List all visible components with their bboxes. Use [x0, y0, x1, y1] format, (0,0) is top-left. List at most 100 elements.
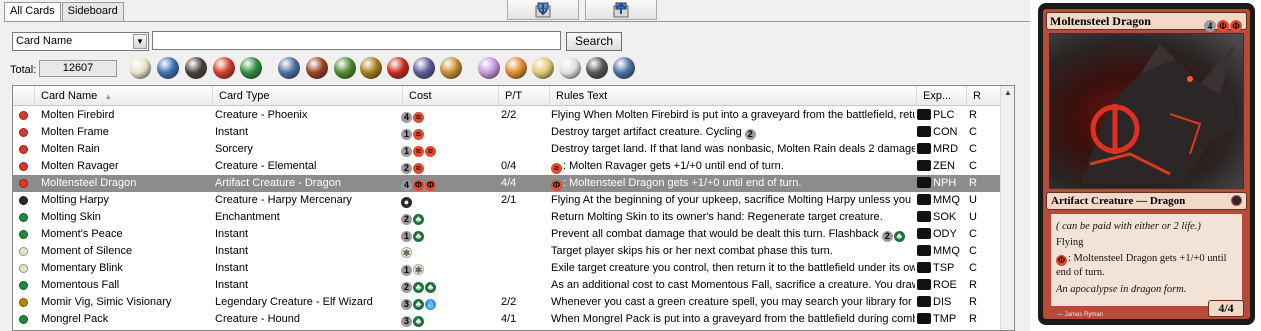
- cell-cost: 1 ≈ ≈: [401, 141, 497, 158]
- header-pt[interactable]: P/T: [499, 86, 550, 106]
- header-card-name[interactable]: Card Name ▲: [35, 86, 213, 106]
- cell-card-name: Molten Frame: [41, 126, 109, 138]
- table-row[interactable]: Molten Rain Sorcery 1 ≈ ≈ Destroy target land…: [13, 141, 1002, 158]
- land-type-filter-button[interactable]: [276, 55, 302, 81]
- planeswalker-type-icon: [440, 57, 462, 79]
- creature-type-filter-button[interactable]: [332, 55, 358, 81]
- table-row[interactable]: Molten Firebird Creature - Phoenix 4 ≈2/2 Fl…: [13, 107, 1002, 124]
- table-row[interactable]: Momentary Blink Instant 1 ✱ Exile target cre…: [13, 260, 1002, 277]
- header-card-type[interactable]: Card Type: [213, 86, 403, 106]
- table-row[interactable]: Moltensteel Dragon Artifact Creature - Dr…: [13, 175, 1002, 192]
- scroll-up-icon[interactable]: ▲: [1001, 86, 1014, 100]
- cell-card-type: Instant: [215, 126, 249, 138]
- table-row[interactable]: Momentous Fall Instant 2 ♣ ♣ As an additional…: [13, 277, 1002, 294]
- generic-mana-icon: 4: [401, 180, 412, 191]
- color-indicator-icon: [19, 179, 28, 188]
- cell-cost: 3 ♣ 💧: [401, 294, 497, 311]
- generic-mana-icon: 1: [401, 146, 412, 157]
- artifact-type-filter-button[interactable]: [304, 55, 330, 81]
- planeswalker-type-filter-button[interactable]: [438, 55, 464, 81]
- blue-mana-filter-button[interactable]: [155, 55, 181, 81]
- cell-card-type: Instant: [215, 228, 249, 240]
- cell-pt: [501, 209, 548, 226]
- cell-expansion: MMQ: [917, 192, 965, 209]
- color-indicator-icon: [19, 298, 28, 307]
- header-cost[interactable]: Cost: [403, 86, 499, 106]
- cell-expansion: ROE: [917, 277, 965, 294]
- expansion-symbol-icon: [917, 194, 931, 205]
- vertical-scrollbar[interactable]: ▲: [1000, 86, 1014, 330]
- card-reminder-text: ( can be paid with either or 2 life.): [1056, 221, 1201, 232]
- enchantment-type-filter-button[interactable]: [358, 55, 384, 81]
- color-indicator-icon: [19, 196, 28, 205]
- remove-from-deck-icon: [613, 2, 629, 18]
- generic-mana-icon: 2: [401, 282, 412, 293]
- table-row[interactable]: Moment's Peace Instant 1 ♣ Prevent all comba…: [13, 226, 1002, 243]
- cell-card-name: Mongrel Pack: [41, 313, 109, 325]
- color-indicator-icon: [19, 247, 28, 256]
- cell-rules-text: Return Molting Skin to its owner's hand:…: [551, 211, 883, 223]
- card-flavor-text: An apocalypse in dragon form.: [1056, 284, 1187, 295]
- land-type-icon: [278, 57, 300, 79]
- phyrexian-red-mana-icon: Φ: [1230, 20, 1242, 32]
- table-row[interactable]: Moment of Silence Instant ✱ Target player s…: [13, 243, 1002, 260]
- cell-rules-text: Destroy target artifact creature. Cyclin…: [551, 124, 915, 141]
- card-text-box: ( can be paid with either or 2 life.) Fl…: [1051, 214, 1242, 306]
- search-field-value: Card Name: [16, 35, 73, 47]
- header-expansion[interactable]: Exp...: [917, 86, 967, 106]
- search-input[interactable]: [152, 31, 561, 50]
- search-field-select[interactable]: Card Name ▼: [12, 32, 149, 51]
- instant-type-filter-button[interactable]: [385, 55, 411, 81]
- tab-all-cards[interactable]: All Cards: [4, 2, 61, 22]
- red-mana-filter-button[interactable]: [211, 55, 237, 81]
- red-mana-icon: ≈: [425, 146, 436, 157]
- common-rarity-filter-button[interactable]: [557, 55, 583, 81]
- red-mana-icon: ≈: [413, 112, 424, 123]
- enchantment-type-icon: [360, 57, 382, 79]
- black-mana-filter-button[interactable]: [183, 55, 209, 81]
- instant-type-icon: [387, 57, 409, 79]
- cell-cost: 1 ≈: [401, 124, 497, 141]
- header-rarity[interactable]: R: [967, 86, 1003, 106]
- cell-card-name: Momentous Fall: [41, 279, 120, 291]
- chevron-down-icon[interactable]: ▼: [133, 34, 147, 49]
- sorcery-type-filter-button[interactable]: [411, 55, 437, 81]
- cell-expansion: SOK: [917, 209, 965, 226]
- cell-rules-text: Exile target creature you control, then …: [551, 262, 915, 274]
- table-row[interactable]: Molten Frame Instant 1 ≈ Destroy target arti…: [13, 124, 1002, 141]
- table-row[interactable]: Mongrel Pack Creature - Hound 3 ♣ 4/1 When Mo…: [13, 311, 1002, 328]
- search-button[interactable]: Search: [566, 32, 622, 51]
- tab-sideboard[interactable]: Sideboard: [61, 2, 124, 21]
- cell-pt: [501, 243, 548, 260]
- generic-mana-icon: 2: [401, 163, 412, 174]
- uncommon-rarity-filter-button[interactable]: [530, 55, 556, 81]
- table-row[interactable]: Molten Ravager Creature - Elemental 2 ≈0/4 ≈…: [13, 158, 1002, 175]
- table-row[interactable]: Molting Harpy Creature - Harpy Mercenary ●…: [13, 192, 1002, 209]
- cell-rarity: R: [969, 109, 977, 121]
- white-mana-filter-button[interactable]: [127, 55, 153, 81]
- expansion-symbol-icon: [917, 279, 931, 290]
- header-rules-text[interactable]: Rules Text: [550, 86, 917, 106]
- cell-card-type: Creature - Harpy Mercenary: [215, 194, 352, 206]
- green-mana-filter-button[interactable]: [238, 55, 264, 81]
- cell-card-type: Enchantment: [215, 211, 280, 223]
- red-mana-icon: ≈: [551, 163, 562, 174]
- all-sets-filter-button[interactable]: [611, 55, 637, 81]
- table-row[interactable]: Momir Vig, Simic Visionary Legendary Crea…: [13, 294, 1002, 311]
- cell-card-name: Moltensteel Dragon: [41, 177, 137, 189]
- cell-card-type: Instant: [215, 279, 249, 291]
- cell-card-name: Molting Harpy: [41, 194, 109, 206]
- cell-rules-text: Destroy target land. If that land was no…: [551, 143, 915, 155]
- table-row[interactable]: Molting Skin Enchantment 2 ♣ Return Molting …: [13, 209, 1002, 226]
- special-rarity-filter-button[interactable]: [584, 55, 610, 81]
- remove-from-deck-button[interactable]: [585, 0, 657, 20]
- cell-cost: 1 ♣: [401, 226, 497, 243]
- color-indicator-icon: [19, 145, 28, 154]
- cell-card-type: Artifact Creature - Dragon: [215, 177, 341, 189]
- add-to-deck-button[interactable]: [507, 0, 579, 20]
- mythic-rarity-filter-button[interactable]: [476, 55, 502, 81]
- cell-card-name: Molten Rain: [41, 143, 100, 155]
- header-color: [13, 86, 35, 106]
- card-list-table: Card Name ▲ Card Type Cost P/T Rules Tex…: [12, 85, 1015, 331]
- rare-rarity-filter-button[interactable]: [503, 55, 529, 81]
